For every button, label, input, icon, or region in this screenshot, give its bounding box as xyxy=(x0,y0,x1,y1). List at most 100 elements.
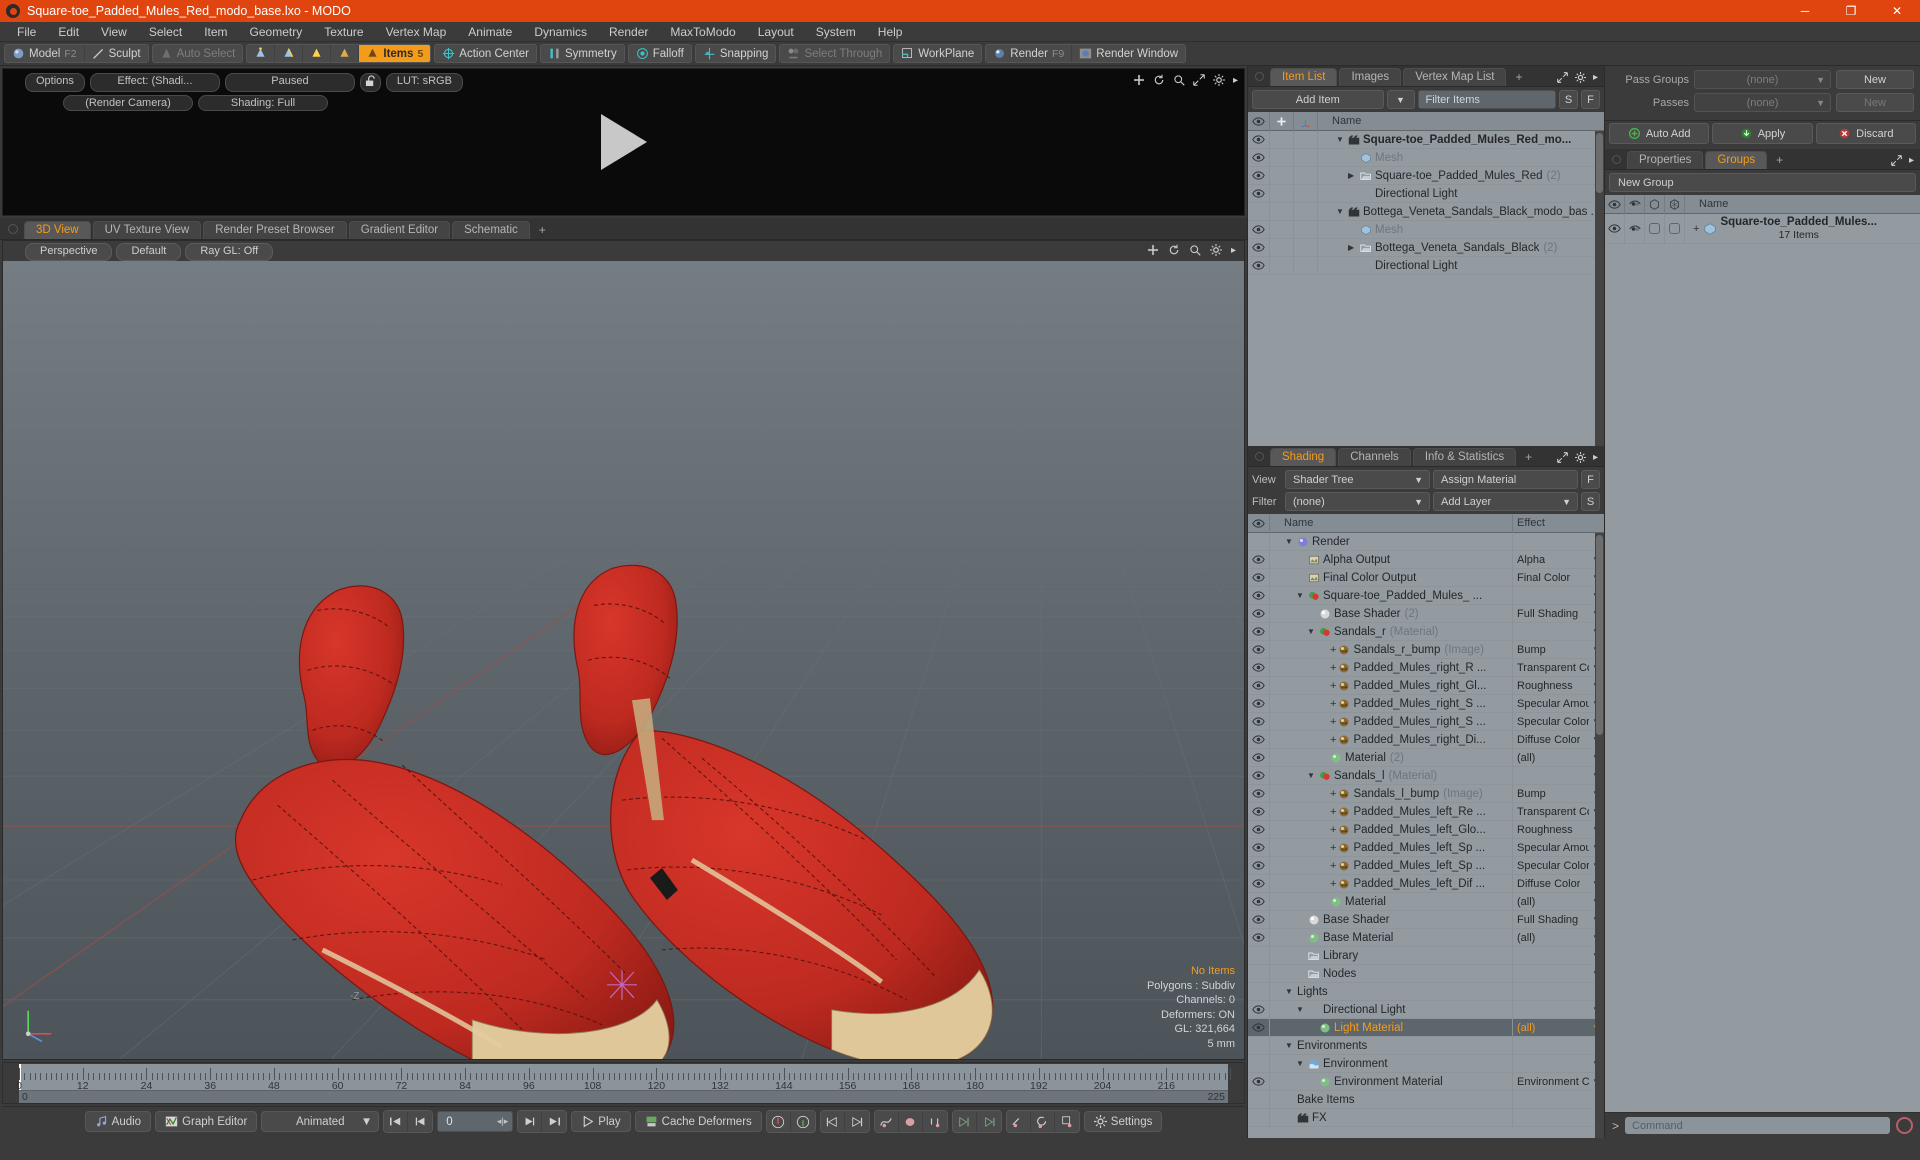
effect-cell[interactable]: Diffuse Color▼ xyxy=(1512,874,1604,893)
visibility-toggle[interactable] xyxy=(1248,1054,1270,1073)
effect-cell[interactable]: ▼ xyxy=(1512,964,1604,983)
shader-tree-row[interactable]: Final Color Output Final Color▼ xyxy=(1248,568,1604,587)
shader-tree-row[interactable]: Light Material (all)▼ xyxy=(1248,1018,1604,1037)
shader-tree-row[interactable]: + Padded_Mules_left_Sp ... Specular Color▼ xyxy=(1248,856,1604,875)
visibility-toggle[interactable] xyxy=(1248,184,1270,203)
shader-tree-row[interactable]: Material(2)(all)▼ xyxy=(1248,748,1604,767)
groups-tab-dot[interactable] xyxy=(1612,155,1621,164)
eye-icon[interactable] xyxy=(1252,861,1265,870)
symmetry-button[interactable]: Symmetry xyxy=(540,45,624,62)
snapping-button[interactable]: Snapping xyxy=(695,45,776,62)
visibility-toggle[interactable] xyxy=(1248,676,1270,695)
shader-tree-row[interactable]: Base Shader(2)Full Shading▼ xyxy=(1248,604,1604,623)
eye-icon[interactable] xyxy=(1252,843,1265,852)
effect-cell[interactable]: Specular Color▼ xyxy=(1512,712,1604,731)
close-button[interactable]: ✕ xyxy=(1874,0,1920,22)
effect-cell[interactable]: (all)▼ xyxy=(1512,928,1604,947)
effect-cell[interactable]: Bump▼ xyxy=(1512,640,1604,659)
lock-cell[interactable] xyxy=(1270,148,1294,167)
twirl-down-icon[interactable]: ▼ xyxy=(1307,627,1316,636)
tab-schematic[interactable]: Schematic xyxy=(452,221,530,239)
effect-cell[interactable] xyxy=(1512,533,1604,551)
add-key-button[interactable] xyxy=(766,1111,791,1132)
eye-icon[interactable] xyxy=(1252,699,1265,708)
shader-tree-row[interactable]: ▼ Directional Light ▼ xyxy=(1248,1000,1604,1019)
visibility-toggle[interactable] xyxy=(1248,1090,1270,1109)
edges-mode-button[interactable] xyxy=(275,45,304,62)
shader-tree-row[interactable]: Base Shader Full Shading▼ xyxy=(1248,910,1604,929)
tab-properties[interactable]: Properties xyxy=(1627,151,1704,169)
lock-cell[interactable] xyxy=(1270,131,1294,149)
visibility-toggle[interactable] xyxy=(1248,784,1270,803)
viewport-add-tab-button[interactable]: + xyxy=(532,221,553,239)
effect-cell[interactable]: (all)▼ xyxy=(1512,1018,1604,1037)
render-visibility-cell[interactable] xyxy=(1625,214,1645,244)
visibility-toggle[interactable] xyxy=(1248,533,1270,551)
menu-item-vertex-map[interactable]: Vertex Map xyxy=(375,22,458,42)
shader-tree-row[interactable]: + Padded_Mules_right_S ... Specular Amount… xyxy=(1248,694,1604,713)
menu-item-maxtomodo[interactable]: MaxToModo xyxy=(659,22,746,42)
groups-row[interactable]: + Square-toe_Padded_Mules... 17 Items xyxy=(1605,214,1920,244)
twirl-down-icon[interactable]: ▼ xyxy=(1285,987,1294,996)
add-item-dropdown[interactable]: ▼ xyxy=(1386,90,1415,109)
eye-icon[interactable] xyxy=(1252,1023,1265,1032)
expand-plus-icon[interactable]: + xyxy=(1330,680,1336,692)
tab-item-list[interactable]: Item List xyxy=(1270,68,1338,86)
effect-cell[interactable]: Bump▼ xyxy=(1512,784,1604,803)
pass-groups-new-button[interactable]: New xyxy=(1836,70,1914,89)
timeline-ruler[interactable]: 0 12 24 36 48 60 72 84 96 108 120 132 144 156 168 180 19… xyxy=(16,1064,1231,1092)
key-cycle-button[interactable] xyxy=(1030,1111,1055,1132)
next-key-button[interactable] xyxy=(844,1111,869,1132)
eye-icon[interactable] xyxy=(1252,153,1265,162)
visibility-toggle[interactable] xyxy=(1248,256,1270,275)
visibility-toggle[interactable] xyxy=(1248,1018,1270,1037)
viewport-more-arrow[interactable]: ▸ xyxy=(1231,245,1236,256)
visibility-toggle[interactable] xyxy=(1248,856,1270,875)
select-through-button[interactable]: Select Through xyxy=(780,45,890,62)
eye-icon[interactable] xyxy=(1252,627,1265,636)
visibility-toggle[interactable] xyxy=(1248,748,1270,767)
item-list-tab-dot[interactable] xyxy=(1255,72,1264,81)
twirl-down-icon[interactable]: ▼ xyxy=(1285,537,1294,546)
shading-add-tab-button[interactable]: + xyxy=(1518,448,1539,466)
previous-frame-button[interactable] xyxy=(408,1111,433,1132)
transform-cell[interactable] xyxy=(1294,166,1318,185)
visibility-toggle[interactable] xyxy=(1248,568,1270,587)
menu-item-animate[interactable]: Animate xyxy=(457,22,523,42)
transform-cell[interactable] xyxy=(1294,184,1318,203)
visibility-toggle[interactable] xyxy=(1248,220,1270,239)
shader-tree-row[interactable]: + Sandals_r_bump(Image) Bump▼ xyxy=(1248,640,1604,659)
lock-cell[interactable] xyxy=(1270,202,1294,221)
menu-item-item[interactable]: Item xyxy=(193,22,238,42)
effect-cell[interactable]: Alpha▼ xyxy=(1512,550,1604,569)
action-center-button[interactable]: Action Center xyxy=(435,45,536,62)
eye-icon[interactable] xyxy=(1252,663,1265,672)
range-end-button[interactable] xyxy=(976,1111,1001,1132)
eye-icon[interactable] xyxy=(1252,879,1265,888)
effect-cell[interactable] xyxy=(1512,1090,1604,1109)
effect-cell[interactable]: (all)▼ xyxy=(1512,748,1604,767)
transform-cell[interactable] xyxy=(1294,256,1318,275)
item-list-add-tab-button[interactable]: + xyxy=(1508,68,1529,86)
visibility-toggle[interactable] xyxy=(1248,892,1270,911)
sculpt-mode-button[interactable]: Sculpt xyxy=(84,45,148,62)
eye-icon[interactable] xyxy=(1252,1005,1265,1014)
ellipse-key-button[interactable] xyxy=(898,1111,923,1132)
lock-cell[interactable] xyxy=(1270,184,1294,203)
visibility-toggle[interactable] xyxy=(1248,946,1270,965)
groups-tree[interactable]: + Square-toe_Padded_Mules... 17 Items xyxy=(1605,214,1920,1112)
shader-tree-row[interactable]: + Padded_Mules_right_Gl... Roughness▼ xyxy=(1248,676,1604,695)
eye-icon[interactable] xyxy=(1252,933,1265,942)
effect-cell[interactable]: Full Shading▼ xyxy=(1512,604,1604,623)
eye-icon[interactable] xyxy=(1252,681,1265,690)
item-list-row[interactable]: Directional Light xyxy=(1248,256,1604,275)
expand-plus-icon[interactable]: + xyxy=(1330,842,1336,854)
tab-channels[interactable]: Channels xyxy=(1338,448,1411,466)
expand-plus-icon[interactable]: + xyxy=(1330,878,1336,890)
shader-tree-row[interactable]: + Padded_Mules_right_S ... Specular Color▼ xyxy=(1248,712,1604,731)
visibility-toggle[interactable] xyxy=(1248,964,1270,983)
assign-material-button[interactable]: Assign Material xyxy=(1433,470,1578,489)
visibility-toggle[interactable] xyxy=(1248,802,1270,821)
visibility-toggle[interactable] xyxy=(1248,238,1270,257)
eye-icon[interactable] xyxy=(1252,609,1265,618)
